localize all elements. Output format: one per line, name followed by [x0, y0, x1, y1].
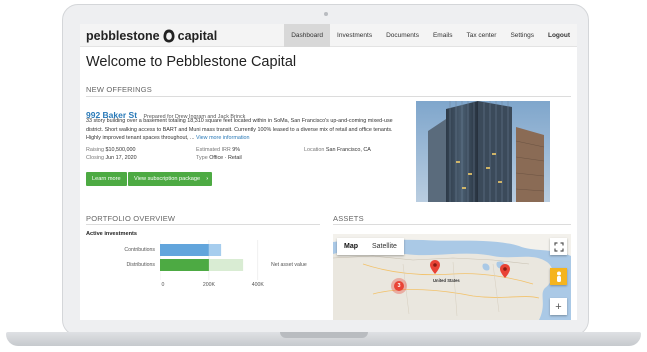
laptop-notch: [280, 332, 368, 338]
map-tab[interactable]: Map: [337, 238, 365, 255]
map-country-label: United States: [433, 278, 460, 283]
nav-tax-center[interactable]: Tax center: [459, 24, 503, 47]
closing-label: Closing: [86, 155, 104, 161]
portfolio-heading: PORTFOLIO OVERVIEW: [86, 214, 176, 223]
page-title: Welcome to Pebblestone Capital: [86, 54, 297, 70]
closing-value: Jun 17, 2020: [105, 155, 137, 161]
view-subscription-label: View subscription package: [134, 176, 201, 182]
nav-investments[interactable]: Investments: [330, 24, 379, 47]
raising-field: Raising $10,500,000: [86, 147, 135, 153]
raising-value: $10,500,000: [105, 147, 136, 153]
view-subscription-button[interactable]: View subscription package ›: [128, 172, 213, 186]
map-marker-icon[interactable]: [430, 260, 440, 274]
type-field: Type Office · Retail: [196, 155, 242, 161]
irr-value: 9%: [232, 147, 241, 153]
portfolio-chart: 0 200K 400K: [160, 240, 265, 288]
fullscreen-icon[interactable]: [550, 238, 567, 255]
camera-icon: [324, 12, 328, 16]
net-asset-value-label: Net asset value: [271, 262, 307, 268]
pegman-icon[interactable]: [550, 268, 567, 285]
zoom-in-button[interactable]: +: [550, 298, 567, 315]
new-offerings-heading: NEW OFFERINGS: [86, 85, 152, 94]
location-value: San Francisco, CA: [325, 147, 371, 153]
logo[interactable]: pebblestone capital: [86, 27, 217, 44]
nav-dashboard[interactable]: Dashboard: [284, 24, 331, 47]
chart-tick-label: 0: [162, 282, 165, 288]
new-offerings-divider: [86, 96, 571, 97]
bar-contributions-secondary: [208, 244, 222, 256]
location-label: Location: [304, 147, 325, 153]
pebble-icon: [163, 29, 175, 43]
bar-distributions: [160, 259, 209, 271]
closing-field: Closing Jun 17, 2020: [86, 155, 137, 161]
offering-description: 33 story building over a basement totali…: [86, 117, 404, 143]
app-screen: pebblestone capital Dashboard Investment…: [80, 24, 577, 320]
view-more-link[interactable]: View more information: [196, 135, 250, 141]
nav-documents[interactable]: Documents: [379, 24, 426, 47]
irr-field: Estimated IRR 9%: [196, 147, 240, 153]
learn-more-button[interactable]: Learn more: [86, 172, 127, 186]
top-nav: pebblestone capital Dashboard Investment…: [80, 24, 577, 47]
property-photo: [416, 101, 550, 202]
satellite-tab[interactable]: Satellite: [365, 238, 404, 255]
logo-text-right: capital: [177, 28, 218, 43]
nav-emails[interactable]: Emails: [426, 24, 460, 47]
nav-menu: Dashboard Investments Documents Emails T…: [284, 24, 577, 47]
chart-tick-label: 400K: [252, 282, 265, 288]
bar-contributions-primary: [160, 244, 209, 256]
raising-label: Raising: [86, 147, 104, 153]
chevron-right-icon: ›: [206, 176, 209, 182]
chart-label-contributions: Contributions: [124, 247, 155, 253]
map-type-toggle: Map Satellite: [337, 238, 404, 255]
map-cluster-marker[interactable]: 3: [391, 278, 407, 294]
chart-label-distributions: Distributions: [126, 262, 155, 268]
portfolio-divider: [86, 224, 320, 225]
assets-divider: [333, 224, 571, 225]
irr-label: Estimated IRR: [196, 147, 231, 153]
assets-map[interactable]: Map Satellite + United States 3: [333, 234, 571, 320]
assets-heading: ASSETS: [333, 214, 364, 223]
laptop-frame: pebblestone capital Dashboard Investment…: [0, 0, 647, 352]
nav-settings[interactable]: Settings: [503, 24, 541, 47]
nav-logout[interactable]: Logout: [541, 24, 577, 47]
active-investments-label: Active investments: [86, 231, 137, 237]
location-field: Location San Francisco, CA: [304, 147, 371, 153]
logo-text-left: pebblestone: [86, 28, 160, 43]
chart-tick-label: 200K: [203, 282, 216, 288]
map-cluster-count: 3: [394, 281, 404, 291]
map-marker-icon[interactable]: [500, 264, 510, 278]
type-label: Type: [196, 155, 208, 161]
type-value: Office · Retail: [209, 155, 242, 161]
